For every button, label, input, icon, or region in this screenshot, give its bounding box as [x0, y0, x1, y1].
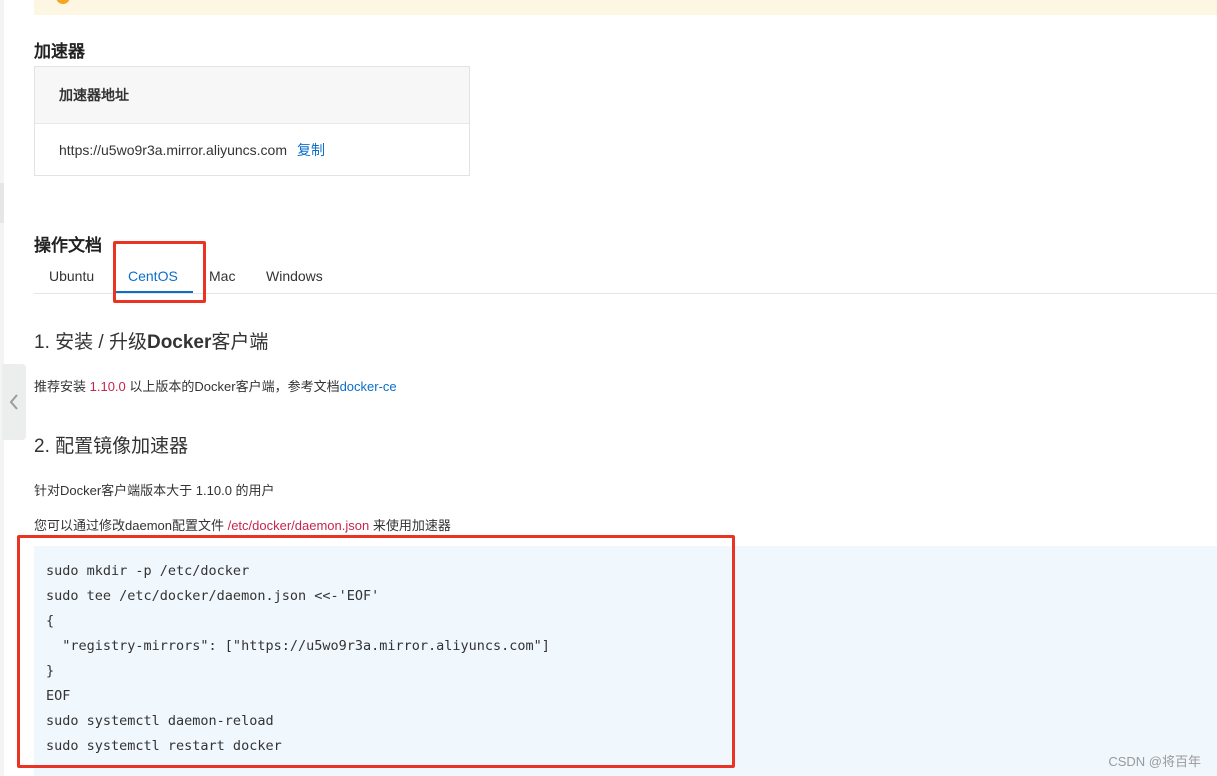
accelerator-title: 加速器: [34, 42, 85, 61]
step1-text: 推荐安装 1.10.0 以上版本的Docker客户端，参考文档docker-ce: [34, 376, 397, 395]
step2-title: 2. 配置镜像加速器: [34, 436, 189, 457]
step1-title: 1. 安装 / 升级Docker客户端: [34, 327, 268, 354]
step2-line2: 您可以通过修改daemon配置文件 /etc/docker/daemon.jso…: [34, 515, 451, 534]
chevron-left-icon: [9, 394, 18, 410]
version-highlight: 1.10.0: [89, 379, 126, 394]
accelerator-url: https://u5wo9r3a.mirror.aliyuncs.com: [59, 142, 287, 158]
os-tabs: Ubuntu CentOS Mac Windows: [34, 264, 1217, 294]
step1-title-suffix: 客户端: [211, 332, 269, 353]
docker-ce-link[interactable]: docker-ce: [340, 379, 397, 394]
step1-title-bold: Docker: [146, 332, 212, 353]
step2-line1: 针对Docker客户端版本大于 1.10.0 的用户: [34, 483, 275, 498]
copy-link[interactable]: 复制: [297, 140, 325, 160]
notice-banner: [34, 0, 1217, 15]
highlight-box-code: [17, 535, 735, 768]
step2-line2-suffix: 来使用加速器: [369, 518, 451, 533]
tab-windows[interactable]: Windows: [266, 268, 323, 284]
highlight-box-tab: [113, 241, 206, 303]
accelerator-table: 加速器地址 https://u5wo9r3a.mirror.aliyuncs.c…: [34, 66, 470, 176]
step1-title-prefix: 1. 安装 / 升级: [34, 332, 147, 353]
tab-mac[interactable]: Mac: [209, 268, 235, 284]
config-path: /etc/docker/daemon.json: [227, 518, 370, 533]
left-rail-marker: [0, 183, 4, 223]
docs-title: 操作文档: [34, 236, 102, 255]
watermark: CSDN @将百年: [1108, 754, 1201, 769]
step1-text-middle: 以上版本的Docker客户端，参考文档: [125, 379, 340, 394]
accelerator-row: https://u5wo9r3a.mirror.aliyuncs.com 复制: [35, 124, 469, 176]
tab-ubuntu[interactable]: Ubuntu: [49, 268, 94, 284]
step1-text-prefix: 推荐安装: [34, 379, 90, 394]
accelerator-table-header: 加速器地址: [35, 67, 469, 124]
collapse-sidebar-button[interactable]: [2, 364, 26, 440]
step2-line2-prefix: 您可以通过修改daemon配置文件: [34, 518, 228, 533]
